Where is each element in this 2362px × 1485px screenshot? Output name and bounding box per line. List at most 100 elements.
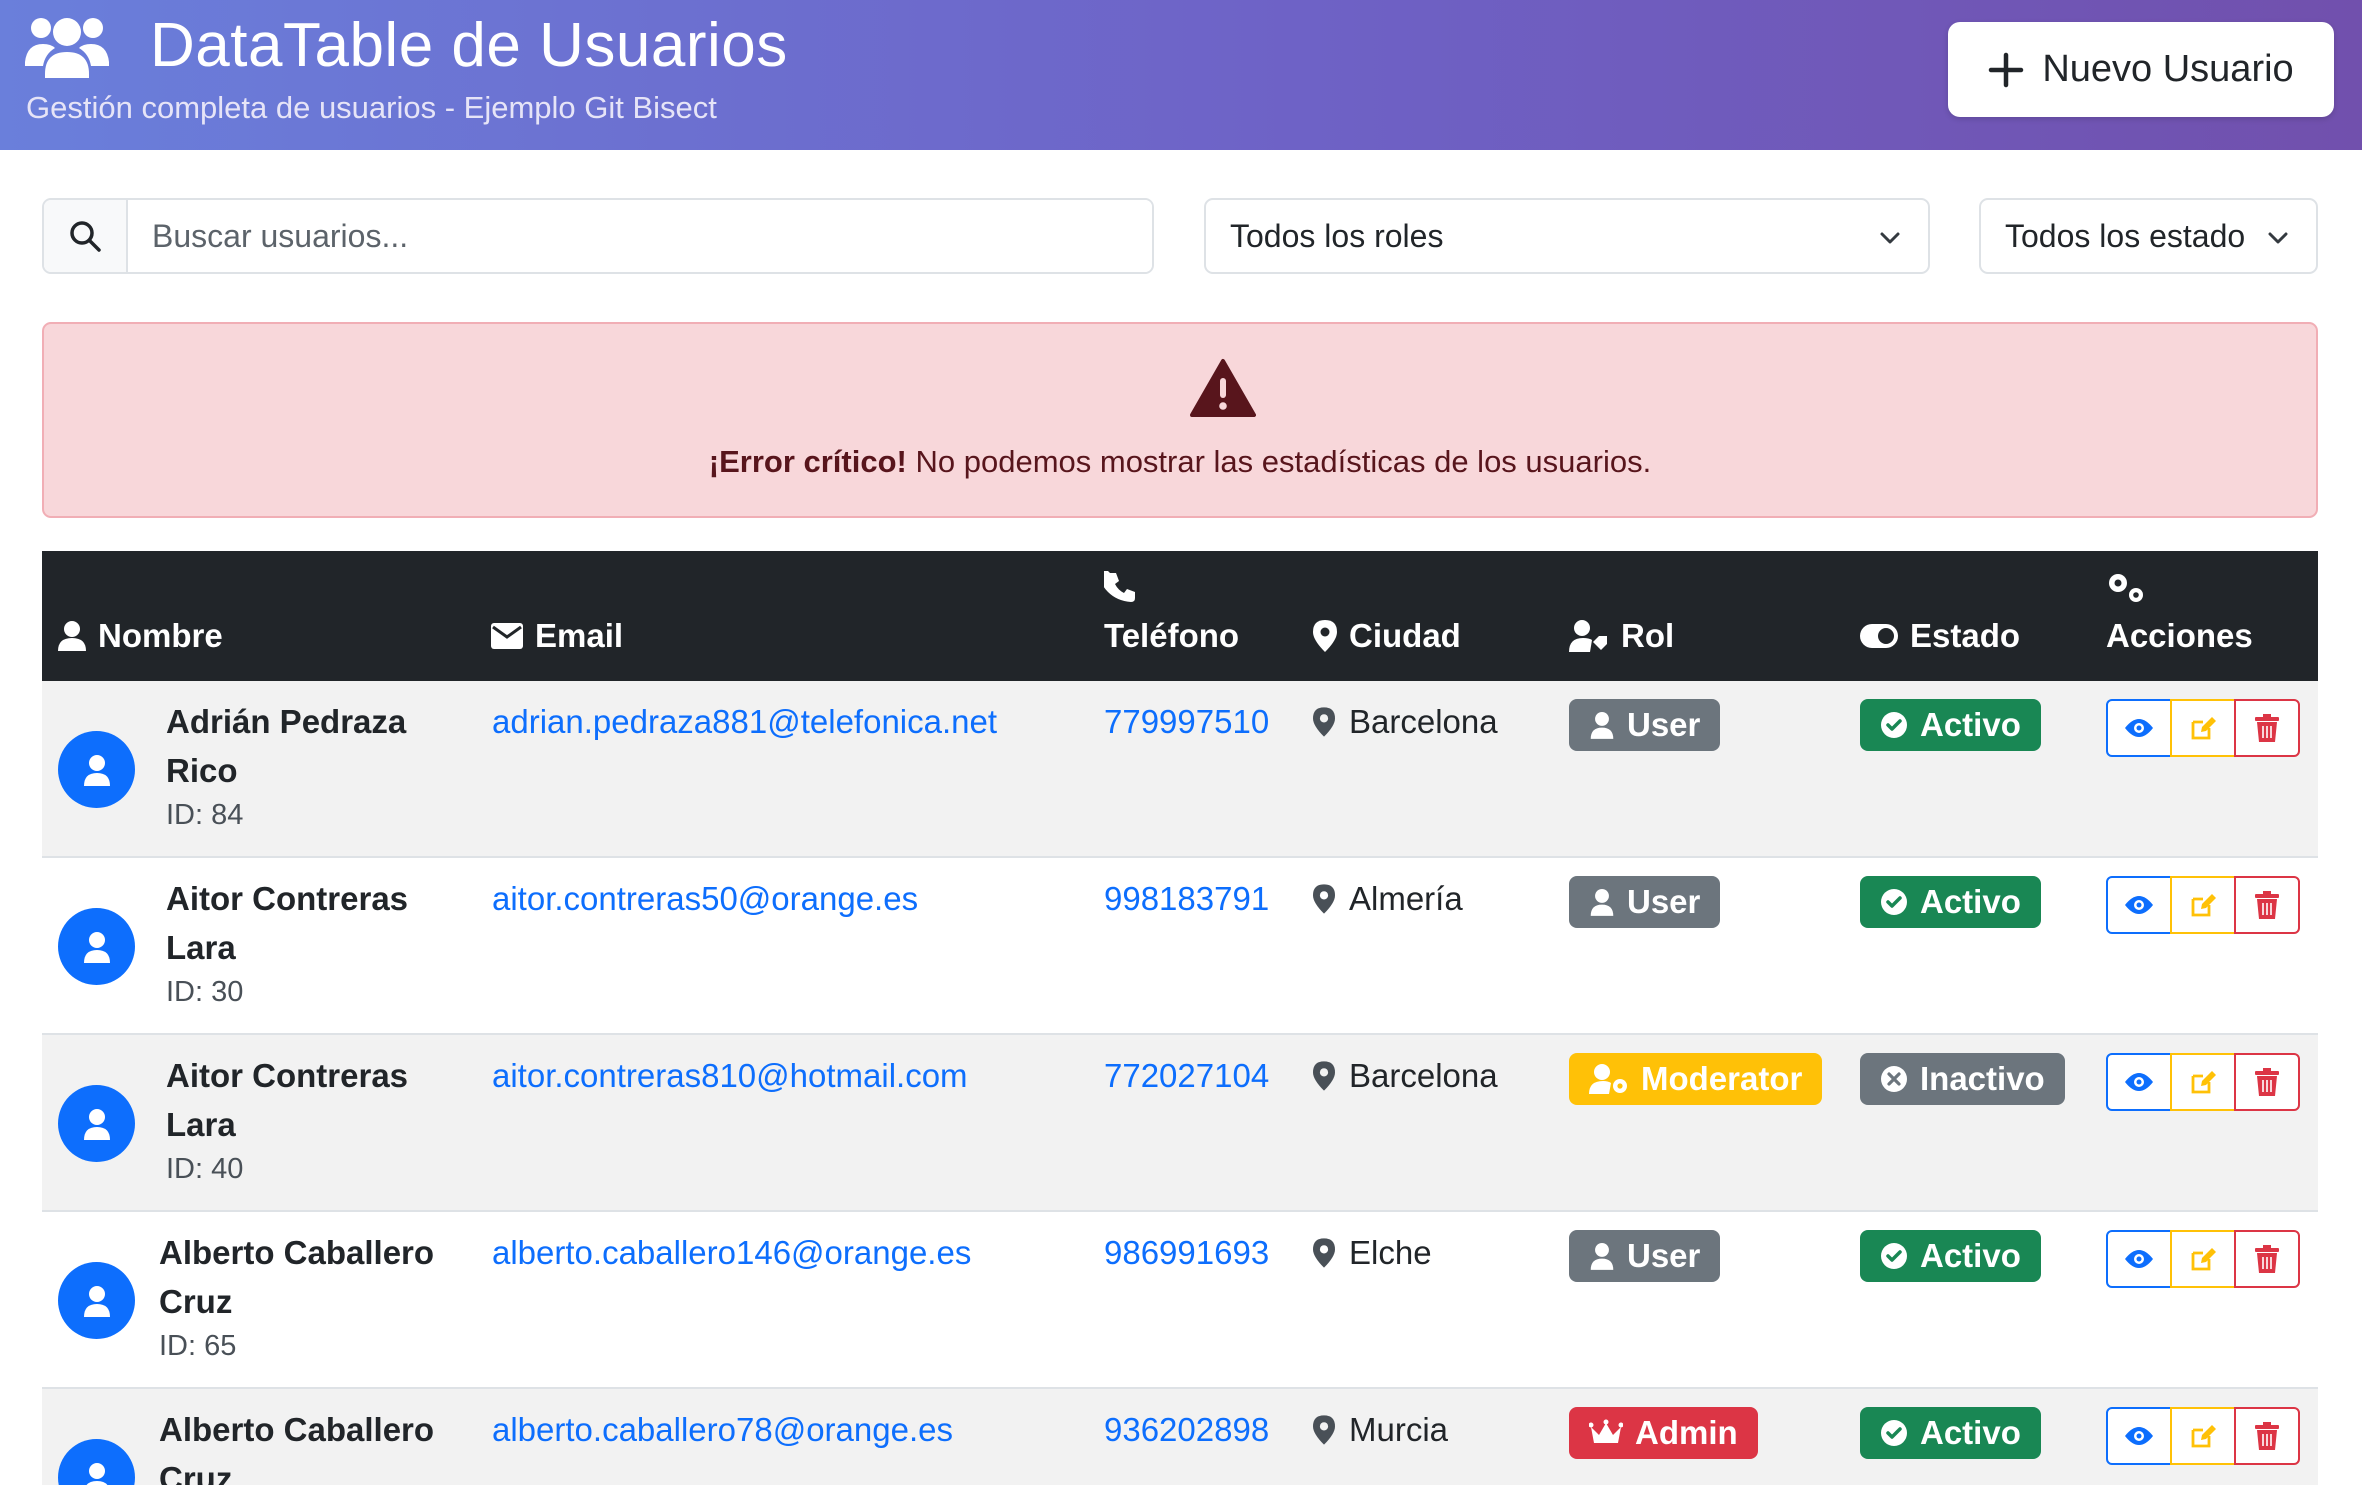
toggle-icon <box>1860 624 1898 648</box>
error-alert: ¡Error crítico! No podemos mostrar las e… <box>42 322 2318 518</box>
col-rol[interactable]: Rol <box>1569 617 1674 655</box>
user-name: Alberto Caballero Cruz <box>159 1228 459 1326</box>
user-name: Alberto Caballero Cruz <box>159 1405 459 1485</box>
role-badge-label: Admin <box>1635 1414 1738 1452</box>
user-email-link[interactable]: aitor.contreras50@orange.es <box>492 874 918 923</box>
delete-button[interactable] <box>2234 1230 2300 1288</box>
status-badge-label: Activo <box>1920 1237 2021 1275</box>
delete-button[interactable] <box>2234 1407 2300 1465</box>
user-name: Aitor Contreras Lara <box>166 874 466 972</box>
table-row[interactable]: Aitor Contreras Lara ID: 40 aitor.contre… <box>42 1035 2318 1212</box>
col-nombre-label: Nombre <box>98 617 223 655</box>
user-city: Elche <box>1313 1228 1432 1277</box>
edit-icon <box>2189 1068 2217 1096</box>
map-marker-icon <box>1313 1061 1335 1091</box>
col-nombre[interactable]: Nombre <box>58 617 223 655</box>
status-select[interactable]: Todos los estados <box>1979 198 2318 274</box>
table-row[interactable]: Adrián Pedraza Rico ID: 84 adrian.pedraz… <box>42 681 2318 858</box>
view-button[interactable] <box>2106 1407 2172 1465</box>
table-row[interactable]: Aitor Contreras Lara ID: 30 aitor.contre… <box>42 858 2318 1035</box>
user-name: Aitor Contreras Lara <box>166 1051 466 1149</box>
edit-icon <box>2189 714 2217 742</box>
status-badge-label: Activo <box>1920 706 2021 744</box>
trash-icon <box>2255 1068 2279 1096</box>
role-badge-label: User <box>1627 1237 1700 1275</box>
eye-icon <box>2124 1072 2154 1092</box>
view-button[interactable] <box>2106 699 2172 757</box>
user-email-link[interactable]: aitor.contreras810@hotmail.com <box>492 1051 968 1100</box>
user-tag-icon <box>1569 620 1609 652</box>
col-acciones-icon-wrap <box>2106 571 2146 605</box>
status-badge: Activo <box>1860 1230 2041 1282</box>
alert-message: ¡Error crítico! No podemos mostrar las e… <box>44 444 2316 480</box>
avatar <box>58 908 135 985</box>
col-rol-label: Rol <box>1621 617 1674 655</box>
user-email-link[interactable]: alberto.caballero78@orange.es <box>492 1405 953 1454</box>
edit-button[interactable] <box>2170 1053 2236 1111</box>
roles-select[interactable]: Todos los roles <box>1204 198 1930 274</box>
avatar <box>58 731 135 808</box>
edit-icon <box>2189 1245 2217 1273</box>
avatar <box>58 1085 135 1162</box>
search-group <box>42 198 1154 274</box>
col-email[interactable]: Email <box>491 617 623 655</box>
user-email-link[interactable]: adrian.pedraza881@telefonica.net <box>492 697 997 746</box>
col-email-label: Email <box>535 617 623 655</box>
delete-button[interactable] <box>2234 1053 2300 1111</box>
user-cog-icon <box>1589 1064 1629 1094</box>
role-badge: Admin <box>1569 1407 1758 1459</box>
status-badge-label: Inactivo <box>1920 1060 2045 1098</box>
status-badge-label: Activo <box>1920 1414 2021 1452</box>
warning-icon <box>1190 358 1256 418</box>
col-telefono[interactable]: Teléfono <box>1104 617 1239 655</box>
user-id: ID: 30 <box>166 976 243 1009</box>
avatar <box>58 1262 135 1339</box>
user-phone-link[interactable]: 772027104 <box>1104 1051 1269 1100</box>
edit-button[interactable] <box>2170 1230 2236 1288</box>
table-row[interactable]: Alberto Caballero Cruz alberto.caballero… <box>42 1389 2318 1485</box>
col-ciudad-label: Ciudad <box>1349 617 1461 655</box>
chevron-down-icon <box>2266 226 2290 250</box>
view-button[interactable] <box>2106 1053 2172 1111</box>
table-row[interactable]: Alberto Caballero Cruz ID: 65 alberto.ca… <box>42 1212 2318 1389</box>
check-circle-icon <box>1880 888 1908 916</box>
user-id: ID: 40 <box>166 1153 243 1186</box>
search-input[interactable] <box>128 200 1152 272</box>
user-phone-link[interactable]: 779997510 <box>1104 697 1269 746</box>
user-email-link[interactable]: alberto.caballero146@orange.es <box>492 1228 971 1277</box>
status-badge: Activo <box>1860 876 2041 928</box>
view-button[interactable] <box>2106 876 2172 934</box>
cogs-icon <box>2106 571 2146 605</box>
role-badge: User <box>1569 876 1720 928</box>
user-phone-link[interactable]: 998183791 <box>1104 874 1269 923</box>
col-telefono-icon-wrap <box>1104 571 1136 603</box>
new-user-button[interactable]: Nuevo Usuario <box>1948 22 2334 117</box>
edit-button[interactable] <box>2170 699 2236 757</box>
role-badge-label: User <box>1627 883 1700 921</box>
user-city: Murcia <box>1313 1405 1448 1454</box>
role-badge: Moderator <box>1569 1053 1822 1105</box>
delete-button[interactable] <box>2234 699 2300 757</box>
col-estado[interactable]: Estado <box>1860 617 2020 655</box>
edit-button[interactable] <box>2170 876 2236 934</box>
user-icon <box>82 1285 112 1317</box>
status-select-value: Todos los estados <box>2005 218 2245 255</box>
alert-body: No podemos mostrar las estadísticas de l… <box>907 444 1651 479</box>
user-city-label: Barcelona <box>1349 1051 1498 1100</box>
users-table: Nombre Email Teléfono Ciudad Rol Estado … <box>42 551 2318 1485</box>
trash-icon <box>2255 714 2279 742</box>
user-phone-link[interactable]: 986991693 <box>1104 1228 1269 1277</box>
delete-button[interactable] <box>2234 876 2300 934</box>
edit-button[interactable] <box>2170 1407 2236 1465</box>
user-icon <box>1589 888 1615 916</box>
col-ciudad[interactable]: Ciudad <box>1313 617 1461 655</box>
edit-icon <box>2189 1422 2217 1450</box>
view-button[interactable] <box>2106 1230 2172 1288</box>
phone-icon <box>1104 571 1136 603</box>
col-telefono-label: Teléfono <box>1104 617 1239 655</box>
crown-icon <box>1589 1419 1623 1447</box>
user-phone-link[interactable]: 936202898 <box>1104 1405 1269 1454</box>
status-badge: Activo <box>1860 699 2041 751</box>
user-icon <box>82 1108 112 1140</box>
users-icon <box>25 12 109 82</box>
